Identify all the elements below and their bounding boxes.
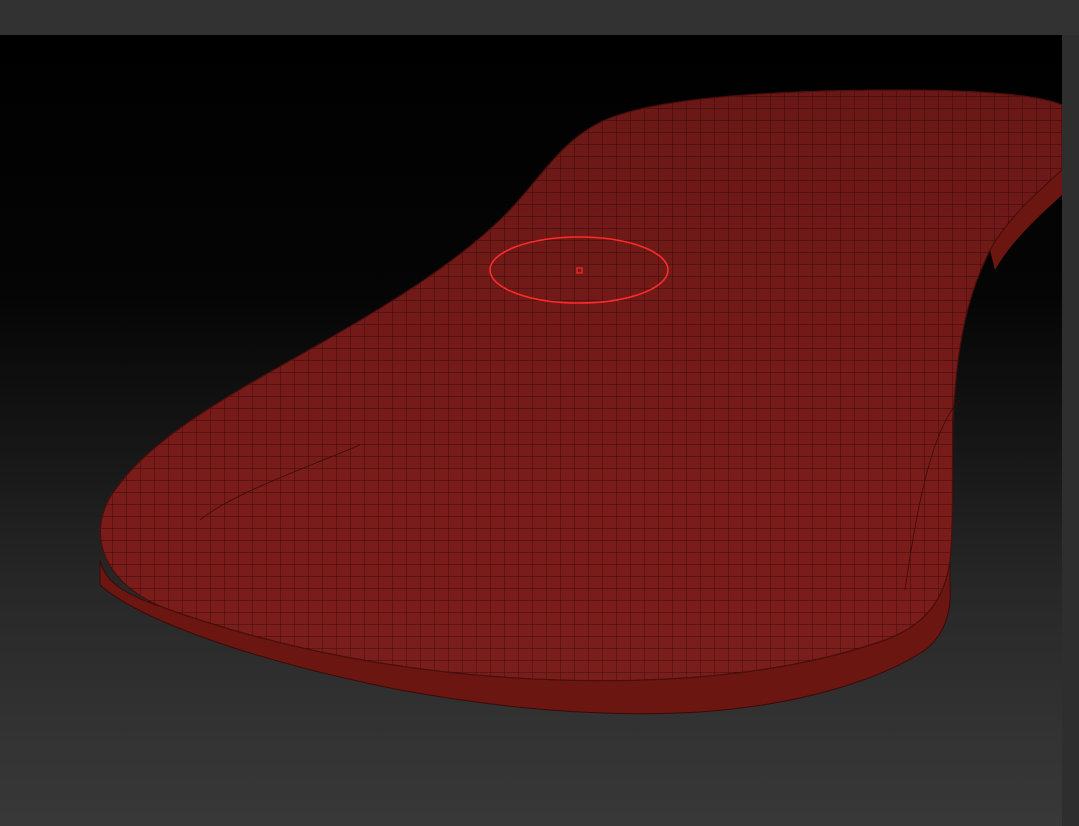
canvas-viewport[interactable] [0, 35, 1062, 826]
viewport-svg [99, 89, 1062, 715]
right-tray-edge [1062, 35, 1079, 826]
top-shelf-bar [0, 0, 1079, 35]
